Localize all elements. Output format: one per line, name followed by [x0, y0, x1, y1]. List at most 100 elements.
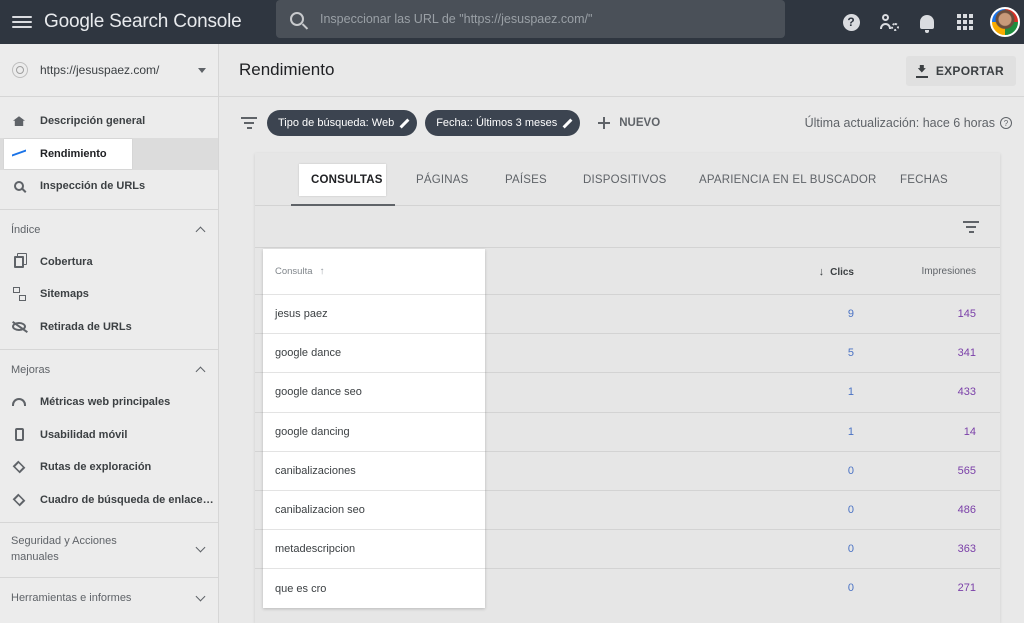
home-icon	[13, 116, 25, 127]
section-indice: Índice Cobertura Sitemaps Retirada de UR…	[0, 208, 218, 344]
cell-impressions: 271	[957, 582, 976, 595]
tab-paginas[interactable]: PÁGINAS	[416, 153, 469, 206]
page-header: Rendimiento EXPORTAR	[219, 44, 1024, 97]
filter-chip-date[interactable]: Fecha:: Últimos 3 meses	[425, 110, 581, 136]
apps-grid-icon	[957, 14, 973, 30]
cell-clicks: 0	[847, 464, 854, 477]
column-header-clicks[interactable]: ↓ Clics	[819, 266, 854, 278]
section-header-herramientas[interactable]: Herramientas e informes	[0, 582, 218, 614]
table-filter-icon[interactable]	[963, 221, 979, 233]
cell-clicks: 5	[847, 347, 854, 360]
filter-bar: Tipo de búsqueda: Web Fecha:: Últimos 3 …	[219, 97, 1024, 149]
user-settings-icon	[879, 13, 899, 31]
property-selector[interactable]: https://jesuspaez.com/	[0, 44, 218, 97]
section-mejoras: Mejoras Métricas web principales Usabili…	[0, 349, 218, 516]
property-url: https://jesuspaez.com/	[40, 63, 160, 77]
query-cell[interactable]: google dancing	[263, 413, 485, 452]
main-content: Rendimiento EXPORTAR Tipo de búsqueda: W…	[219, 44, 1024, 623]
sidebar-item-overview[interactable]: Descripción general	[0, 105, 218, 138]
sidebar-item-sitemaps[interactable]: Sitemaps	[0, 278, 218, 311]
sidebar: https://jesuspaez.com/ Descripción gener…	[0, 44, 219, 623]
cell-impressions: 433	[957, 386, 976, 399]
download-icon	[915, 65, 928, 78]
url-inspection-search[interactable]	[276, 0, 785, 38]
export-button[interactable]: EXPORTAR	[905, 56, 1016, 86]
sidebar-item-removals[interactable]: Retirada de URLs	[0, 311, 218, 344]
section-seguridad: Seguridad y Acciones manuales	[0, 522, 218, 571]
chevron-down-icon	[195, 542, 206, 552]
layers-icon	[12, 493, 26, 507]
query-cell[interactable]: canibalizaciones	[263, 452, 485, 491]
query-cell[interactable]: canibalizacion seo	[263, 491, 485, 531]
edit-icon	[563, 119, 572, 128]
phone-icon	[14, 428, 24, 442]
sidebar-item-mobile-usability[interactable]: Usabilidad móvil	[0, 419, 218, 452]
cell-impressions: 363	[957, 543, 976, 556]
sort-arrow-down-icon: ↓	[818, 266, 825, 278]
sitemap-icon	[13, 287, 26, 302]
cell-clicks: 0	[847, 543, 854, 556]
app-logo[interactable]: Google Search Console	[44, 11, 242, 33]
query-cell[interactable]: google dance seo	[263, 373, 485, 413]
layers-icon	[12, 460, 26, 474]
url-inspection-input[interactable]	[320, 12, 740, 26]
query-cell[interactable]: que es cro	[263, 569, 485, 608]
cell-impressions: 14	[963, 425, 976, 438]
cell-impressions: 341	[957, 347, 976, 360]
tab-dispositivos[interactable]: DISPOSITIVOS	[583, 153, 667, 206]
files-icon	[14, 255, 24, 268]
section-header-mejoras[interactable]: Mejoras	[0, 354, 218, 386]
new-filter-button[interactable]: NUEVO	[598, 117, 660, 129]
top-app-bar: Google Search Console ?	[0, 0, 1024, 44]
sidebar-item-performance[interactable]: Rendimiento	[0, 137, 218, 170]
query-cell[interactable]: google dance	[263, 334, 485, 374]
chevron-up-icon	[195, 226, 206, 236]
section-header-indice[interactable]: Índice	[0, 214, 218, 246]
column-header-query[interactable]: Consulta ↑	[263, 249, 485, 295]
query-column-highlight: Consulta ↑ jesus paez google dance google …	[263, 249, 485, 608]
plus-icon	[598, 117, 611, 129]
search-icon	[14, 181, 24, 192]
cell-clicks: 1	[847, 425, 854, 438]
table-toolbar	[255, 206, 1000, 248]
column-header-impressions[interactable]: Impresiones	[922, 266, 976, 277]
bell-icon	[920, 15, 934, 33]
eye-off-icon	[12, 322, 26, 332]
sidebar-item-url-inspection[interactable]: Inspección de URLs	[0, 170, 218, 203]
property-icon	[12, 62, 28, 78]
sidebar-item-breadcrumbs[interactable]: Rutas de exploración	[0, 451, 218, 484]
trending-icon	[12, 149, 26, 159]
cell-impressions: 486	[957, 503, 976, 516]
section-herramientas: Herramientas e informes	[0, 577, 218, 614]
caret-down-icon	[198, 67, 206, 73]
tab-apariencia[interactable]: APARIENCIA EN EL BUSCADOR	[699, 153, 877, 206]
apps-button[interactable]	[946, 3, 984, 41]
gauge-icon	[12, 398, 26, 407]
filter-chip-search-type[interactable]: Tipo de búsqueda: Web	[267, 110, 418, 136]
query-cell[interactable]: jesus paez	[263, 295, 485, 335]
tab-fechas[interactable]: FECHAS	[900, 153, 948, 206]
sidebar-item-coverage[interactable]: Cobertura	[0, 246, 218, 279]
user-settings-button[interactable]	[870, 3, 908, 41]
query-cell[interactable]: metadescripcion	[263, 530, 485, 570]
chevron-up-icon	[195, 366, 206, 377]
section-header-seguridad[interactable]: Seguridad y Acciones manuales	[0, 527, 218, 571]
tab-consultas[interactable]: CONSULTAS	[311, 153, 383, 206]
cell-clicks: 0	[847, 503, 854, 516]
performance-table-card: CONSULTAS PÁGINAS PAÍSES DISPOSITIVOS AP…	[255, 153, 1000, 623]
page-title: Rendimiento	[239, 60, 335, 79]
filter-icon[interactable]	[241, 117, 257, 129]
cell-clicks: 9	[847, 308, 854, 320]
sidebar-item-core-web-vitals[interactable]: Métricas web principales	[0, 386, 218, 419]
help-button[interactable]: ?	[832, 3, 870, 41]
tab-paises[interactable]: PAÍSES	[505, 153, 547, 206]
cell-clicks: 1	[847, 386, 854, 399]
help-outline-icon[interactable]: ?	[1000, 117, 1012, 129]
sort-arrow-up-icon: ↑	[319, 266, 325, 277]
sidebar-item-sitelinks-searchbox[interactable]: Cuadro de búsqueda de enlace…	[0, 484, 218, 517]
avatar[interactable]	[990, 7, 1020, 37]
notifications-button[interactable]	[908, 3, 946, 41]
hamburger-menu-icon[interactable]	[12, 16, 32, 28]
edit-icon	[400, 119, 409, 128]
last-updated: Última actualización: hace 6 horas ?	[805, 116, 1012, 130]
